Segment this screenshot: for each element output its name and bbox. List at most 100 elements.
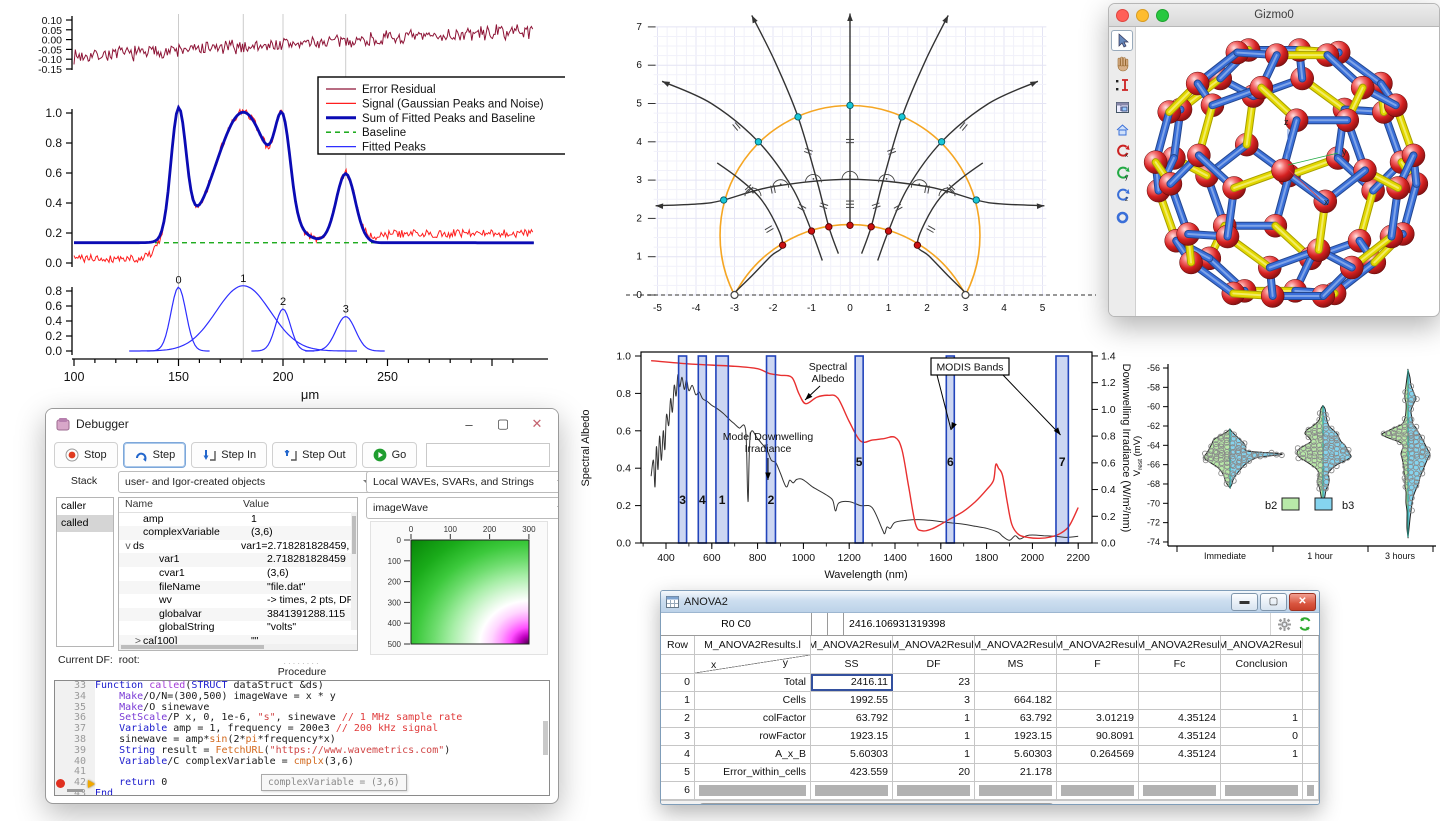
variable-row-globalString[interactable]: globalString"volts": [119, 621, 357, 635]
anova-cell[interactable]: 1992.55: [811, 692, 893, 709]
anova-cell[interactable]: 0: [661, 674, 695, 691]
anova-cell[interactable]: 3: [661, 728, 695, 745]
anova-cell[interactable]: 1: [661, 692, 695, 709]
code-vscrollbar[interactable]: [543, 721, 548, 755]
anova-cell[interactable]: [1303, 692, 1319, 709]
formula-mini-cell[interactable]: [812, 613, 828, 635]
anova-cell[interactable]: Row: [661, 636, 695, 654]
anova-cell[interactable]: [661, 655, 695, 673]
anova-cell[interactable]: 5.60303: [811, 746, 893, 763]
anova-cell[interactable]: 5.60303: [975, 746, 1057, 763]
anova-cell[interactable]: M_ANOVA2Results.l: [695, 636, 811, 654]
step-in-button[interactable]: Step In: [191, 442, 267, 468]
objects-dropdown[interactable]: user- and Igor-created objects: [118, 471, 378, 493]
anova-cell[interactable]: Fc: [1139, 655, 1221, 673]
anova-cell[interactable]: 1923.15: [811, 728, 893, 745]
anova-cell[interactable]: [1303, 710, 1319, 727]
info-window-icon[interactable]: i: [1112, 98, 1132, 117]
anova-cell[interactable]: [1057, 692, 1139, 709]
anova-cell[interactable]: rowFactor: [695, 728, 811, 745]
variable-row-globalvar[interactable]: globalvar3841391288.115: [119, 608, 357, 622]
wave-dropdown[interactable]: imageWave: [366, 497, 559, 519]
refresh-icon[interactable]: [1298, 617, 1312, 631]
step-out-button[interactable]: Step Out: [272, 442, 356, 468]
anova-cell[interactable]: 6: [661, 782, 695, 799]
anova-cell[interactable]: M_ANOVA2Result: [893, 636, 975, 654]
molecule-viewport[interactable]: zyx: [1136, 27, 1439, 316]
text-tool-icon[interactable]: [1112, 76, 1132, 95]
anova-cell[interactable]: 23: [893, 674, 975, 691]
anova-cell[interactable]: xy: [695, 655, 811, 673]
anova-cell[interactable]: Total: [695, 674, 811, 691]
anova-cell[interactable]: Error_within_cells: [695, 764, 811, 781]
anova-cell[interactable]: 63.792: [975, 710, 1057, 727]
variable-row-fileName[interactable]: fileName"file.dat": [119, 581, 357, 595]
anova-cell[interactable]: 1: [1221, 710, 1303, 727]
anova-cell[interactable]: [1221, 692, 1303, 709]
anova-cell[interactable]: 1: [893, 728, 975, 745]
variable-row-ds[interactable]: vdsvar1=2.718281828459, cvar1=cmplx(3,6)…: [119, 540, 357, 554]
anova-cell[interactable]: 664.182: [975, 692, 1057, 709]
rotate-x-icon[interactable]: x: [1112, 142, 1132, 161]
anova-cell[interactable]: 0: [1221, 728, 1303, 745]
anova-cell[interactable]: 90.8091: [1057, 728, 1139, 745]
anova-cell[interactable]: A_x_B: [695, 746, 811, 763]
anova-cell[interactable]: [1303, 764, 1319, 781]
variable-row-var1[interactable]: var12.718281828459: [119, 553, 357, 567]
code-hscrollbar[interactable]: [67, 789, 83, 792]
anova-titlebar[interactable]: ANOVA2 ▬ ▢ ✕: [661, 591, 1319, 613]
anova-cell[interactable]: [1139, 692, 1221, 709]
anova-cell[interactable]: [1139, 674, 1221, 691]
anova-cell[interactable]: [1057, 674, 1139, 691]
anova-cell[interactable]: [1221, 674, 1303, 691]
cursor-icon[interactable]: [1111, 30, 1133, 51]
anova-cell[interactable]: [811, 782, 893, 799]
maximize-icon[interactable]: ▢: [1260, 593, 1287, 611]
anova-cell[interactable]: 1923.15: [975, 728, 1057, 745]
anova-cell[interactable]: colFactor: [695, 710, 811, 727]
anova-cell[interactable]: [1303, 728, 1319, 745]
anova-cell[interactable]: [1303, 782, 1319, 799]
anova-cell[interactable]: 2: [661, 710, 695, 727]
cell-reference[interactable]: R0 C0: [661, 613, 812, 635]
anova-cell[interactable]: M_ANOVA2Result: [811, 636, 893, 654]
anova-cell[interactable]: [695, 782, 811, 799]
maximize-icon[interactable]: ▢: [486, 411, 520, 437]
home-icon[interactable]: [1112, 120, 1132, 139]
locals-dropdown[interactable]: Local WAVEs, SVARs, and Strings: [366, 471, 559, 493]
procedure-code[interactable]: 33Function called(STRUCT dataStruct &ds)…: [54, 680, 550, 796]
stack-item-caller[interactable]: caller: [57, 498, 113, 515]
debugger-titlebar[interactable]: Debugger – ▢ ✕: [46, 409, 558, 439]
anova-cell[interactable]: MS: [975, 655, 1057, 673]
anova-cell[interactable]: 4.35124: [1139, 710, 1221, 727]
anova-cell[interactable]: [1221, 764, 1303, 781]
anova-cell[interactable]: 63.792: [811, 710, 893, 727]
rotate-y-icon[interactable]: y: [1112, 164, 1132, 183]
anova-cell[interactable]: 1: [1221, 746, 1303, 763]
variable-row-wv[interactable]: wv-> times, 2 pts, DP: [119, 594, 357, 608]
step-button[interactable]: Step: [123, 442, 187, 468]
stack-item-called[interactable]: called: [57, 515, 113, 532]
anova-cell[interactable]: [1221, 782, 1303, 799]
anova-cell[interactable]: 21.178: [975, 764, 1057, 781]
variable-row-amp[interactable]: amp1: [119, 513, 357, 527]
tree-vscrollbar[interactable]: [351, 512, 357, 630]
anova-cell[interactable]: 4.35124: [1139, 728, 1221, 745]
tree-hscrollbar[interactable]: [119, 644, 357, 650]
anova-cell[interactable]: M_ANOVA2Result: [1221, 636, 1303, 654]
anova-cell[interactable]: [1139, 782, 1221, 799]
anova-cell[interactable]: 1: [893, 710, 975, 727]
formula-value[interactable]: 2416.106931319398: [844, 613, 1270, 635]
anova-grid[interactable]: RowM_ANOVA2Results.lM_ANOVA2ResultM_ANOV…: [661, 636, 1319, 800]
minimize-icon[interactable]: –: [452, 411, 486, 437]
variable-row-cvar1[interactable]: cvar1(3,6): [119, 567, 357, 581]
anova-cell[interactable]: 3.01219: [1057, 710, 1139, 727]
hand-icon[interactable]: [1112, 54, 1132, 73]
anova-cell[interactable]: Cells: [695, 692, 811, 709]
go-button[interactable]: Go: [362, 442, 418, 468]
anova-cell[interactable]: [975, 674, 1057, 691]
anova-cell[interactable]: 3: [893, 692, 975, 709]
stop-button[interactable]: Stop: [54, 442, 118, 468]
anova-cell[interactable]: [1303, 636, 1319, 654]
anova-cell[interactable]: [1057, 764, 1139, 781]
